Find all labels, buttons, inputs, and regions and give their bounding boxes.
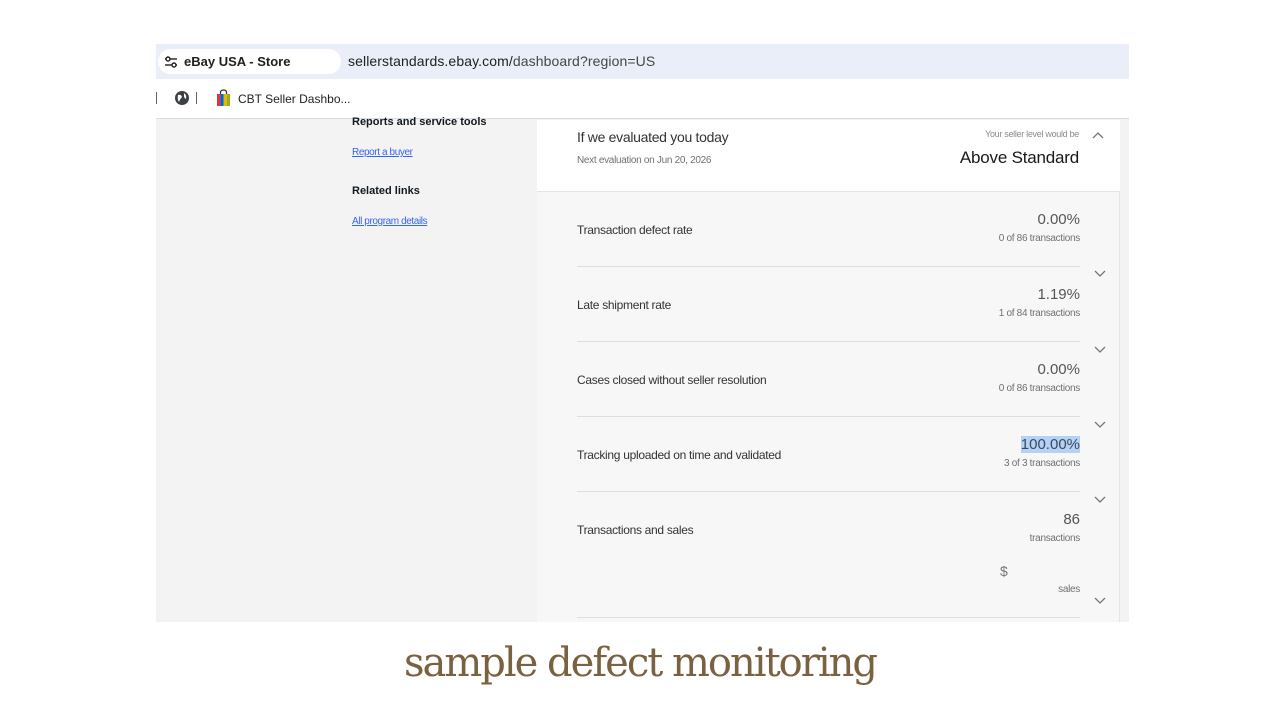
evaluation-title: If we evaluated you today [577, 129, 729, 145]
metric-value-highlighted: 100.00% [1020, 436, 1080, 453]
chevron-down-icon[interactable] [1094, 346, 1106, 354]
evaluation-header[interactable]: If we evaluated you today Next evaluatio… [537, 120, 1120, 192]
seller-level-value: Above Standard [959, 148, 1079, 167]
url-field[interactable]: sellerstandards.ebay.com/dashboard?regio… [348, 53, 655, 69]
browser-screenshot: eBay USA - Store sellerstandards.ebay.co… [156, 44, 1129, 622]
chevron-up-icon[interactable] [1092, 131, 1104, 139]
metric-row[interactable]: Cases closed without seller resolution 0… [577, 342, 1080, 417]
url-path: dashboard?region=US [512, 53, 656, 69]
metric-label: Transaction defect rate [577, 223, 693, 237]
bookmark-separator [196, 92, 197, 104]
metric-value: 0.00% [1037, 211, 1080, 228]
metric-value: 86 [1063, 511, 1080, 528]
globe-icon[interactable] [174, 90, 190, 106]
metric-value: 0.00% [1037, 361, 1080, 378]
sidebar: Reports and service tools Report a buyer… [156, 116, 537, 622]
metric-count: 3 of 3 transactions [1003, 458, 1080, 469]
program-details-link[interactable]: All program details [352, 216, 428, 227]
shopping-bag-icon [217, 89, 230, 106]
sales-label: sales [1058, 584, 1080, 595]
chevron-down-icon[interactable] [1094, 597, 1106, 605]
metric-label: Transactions and sales [577, 523, 694, 537]
related-links-heading: Related links [352, 185, 420, 197]
metric-count: 1 of 84 transactions [998, 308, 1081, 319]
chevron-down-icon[interactable] [1094, 421, 1106, 429]
bookmark-cbt-seller-dashboard[interactable]: CBT Seller Dashbo... [238, 92, 351, 106]
metric-label: Tracking uploaded on time and validated [577, 448, 781, 462]
sales-currency: $ [1000, 563, 1008, 579]
url-host: sellerstandards.ebay.com/ [348, 53, 513, 69]
metric-count: 0 of 86 transactions [998, 383, 1081, 394]
seller-level-card: If we evaluated you today Next evaluatio… [537, 120, 1120, 622]
bookmark-separator [156, 92, 157, 104]
reports-heading: Reports and service tools [352, 116, 487, 128]
site-info-chip[interactable]: eBay USA - Store [158, 49, 341, 74]
metric-label: Cases closed without seller resolution [577, 373, 767, 387]
metric-row[interactable]: Transactions and sales 86 transactions $… [577, 492, 1080, 618]
metric-row[interactable]: Transaction defect rate 0.00% 0 of 86 tr… [577, 192, 1080, 267]
tune-icon [165, 55, 177, 68]
metric-label: Late shipment rate [577, 298, 671, 312]
chevron-down-icon[interactable] [1094, 270, 1106, 278]
metric-count: transactions [1029, 533, 1081, 544]
tab-title: eBay USA - Store [184, 54, 291, 69]
metric-count: 0 of 86 transactions [998, 233, 1081, 244]
seller-level-caption: Your seller level would be [985, 129, 1079, 139]
slide-caption: sample defect monitoring [403, 640, 878, 686]
metric-row[interactable]: Late shipment rate 1.19% 1 of 84 transac… [577, 267, 1080, 342]
next-evaluation-date: Next evaluation on Jun 20, 2026 [577, 155, 712, 166]
bookmarks-bar: CBT Seller Dashbo... [156, 79, 1129, 119]
chevron-down-icon[interactable] [1094, 496, 1106, 504]
metric-value: 1.19% [1037, 286, 1080, 303]
report-buyer-link[interactable]: Report a buyer [352, 147, 413, 158]
address-bar: eBay USA - Store sellerstandards.ebay.co… [156, 44, 1129, 79]
metric-row[interactable]: Tracking uploaded on time and validated … [577, 417, 1080, 492]
